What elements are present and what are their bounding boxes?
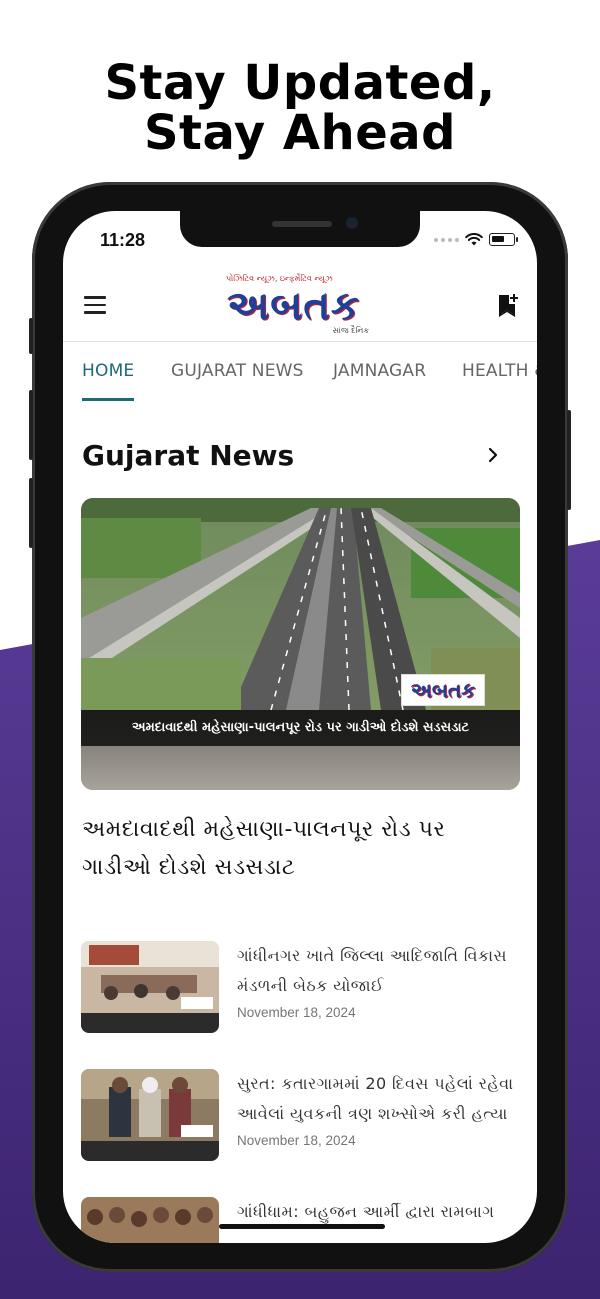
article-thumbnail	[81, 1197, 219, 1243]
hero-brand-badge: અબતક	[401, 674, 485, 706]
list-item[interactable]: ગાંધીનગર ખાતે જિલ્લા આદિજાતિ વિકાસ મંડળન…	[81, 941, 521, 1037]
article-title: સુરત: કતારગામમાં 20 દિવસ પહેલાં રહેવા આવ…	[237, 1074, 514, 1123]
brand-logo[interactable]: પોઝિટિવ ન્યૂઝ, ઇન્ફર્મેટિવ ન્યૂઝ અબતક સા…	[223, 272, 377, 338]
status-time: 11:28	[100, 230, 146, 250]
signal-icon	[434, 237, 459, 242]
tab-health[interactable]: HEALTH &	[462, 361, 537, 381]
promo-headline-line1: Stay Updated,	[104, 55, 496, 111]
bookmark-add-icon[interactable]	[497, 292, 519, 318]
article-thumbnail	[81, 941, 219, 1033]
phone-power-button	[567, 410, 571, 510]
list-item[interactable]: ગાંધીધામ: બહુજન આર્મી દ્વારા રામબાગ	[81, 1197, 521, 1243]
app-header: પોઝિટિવ ન્યૂઝ, ઇન્ફર્મેટિવ ન્યૂઝ અબતક સા…	[63, 266, 537, 342]
phone-screen: 11:28 પોઝિટિવ ન્યૂઝ, ઇન્ફર્મેટિવ ન્યૂઝ અ…	[63, 211, 537, 1243]
promo-headline: Stay Updated, Stay Ahead	[0, 58, 600, 158]
hamburger-icon[interactable]	[84, 296, 106, 314]
article-date: November 18, 2024	[237, 1133, 356, 1148]
category-tabs: HOME GUJARAT NEWS JAMNAGAR HEALTH &	[63, 343, 537, 403]
phone-volume-up	[29, 390, 33, 460]
section-title: Gujarat News	[82, 439, 295, 472]
hero-caption: અમદાવાદથી મહેસાણા-પાલનપૂર રોડ પર ગાડીઓ દ…	[81, 710, 520, 746]
front-camera	[346, 217, 358, 229]
article-thumbnail	[81, 1069, 219, 1161]
chevron-right-icon[interactable]	[485, 447, 501, 463]
tab-home[interactable]: HOME	[82, 361, 134, 381]
home-indicator[interactable]	[219, 1224, 385, 1229]
speaker	[272, 221, 332, 227]
phone-volume-down	[29, 478, 33, 548]
logo-subtitle: સાંજ દૈનિક	[332, 326, 369, 335]
hero-image[interactable]: અબતક અમદાવાદથી મહેસાણા-પાલનપૂર રોડ પર ગા…	[81, 498, 520, 790]
list-item[interactable]: સુરત: કતારગામમાં 20 દિવસ પહેલાં રહેવા આવ…	[81, 1069, 521, 1165]
article-title: ગાંધીનગર ખાતે જિલ્લા આદિજાતિ વિકાસ મંડળન…	[237, 946, 507, 995]
article-date: November 18, 2024	[237, 1005, 356, 1020]
highway-photo	[81, 498, 520, 790]
status-icons	[434, 233, 518, 246]
notch	[180, 211, 420, 247]
phone-side-button	[29, 318, 33, 354]
active-tab-indicator	[82, 398, 134, 401]
logo-word: અબતક	[227, 283, 361, 329]
article-title: ગાંધીધામ: બહુજન આર્મી દ્વારા રામબાગ	[237, 1202, 495, 1221]
promo-headline-line2: Stay Ahead	[143, 105, 457, 161]
tab-gujarat-news[interactable]: GUJARAT NEWS	[171, 361, 304, 381]
tab-jamnagar[interactable]: JAMNAGAR	[333, 361, 426, 381]
wifi-icon	[465, 233, 483, 246]
battery-icon	[489, 233, 518, 246]
hero-title[interactable]: અમદાવાદથી મહેસાણા-પાલનપૂર રોડ પર ગાડીઓ દ…	[82, 811, 512, 887]
